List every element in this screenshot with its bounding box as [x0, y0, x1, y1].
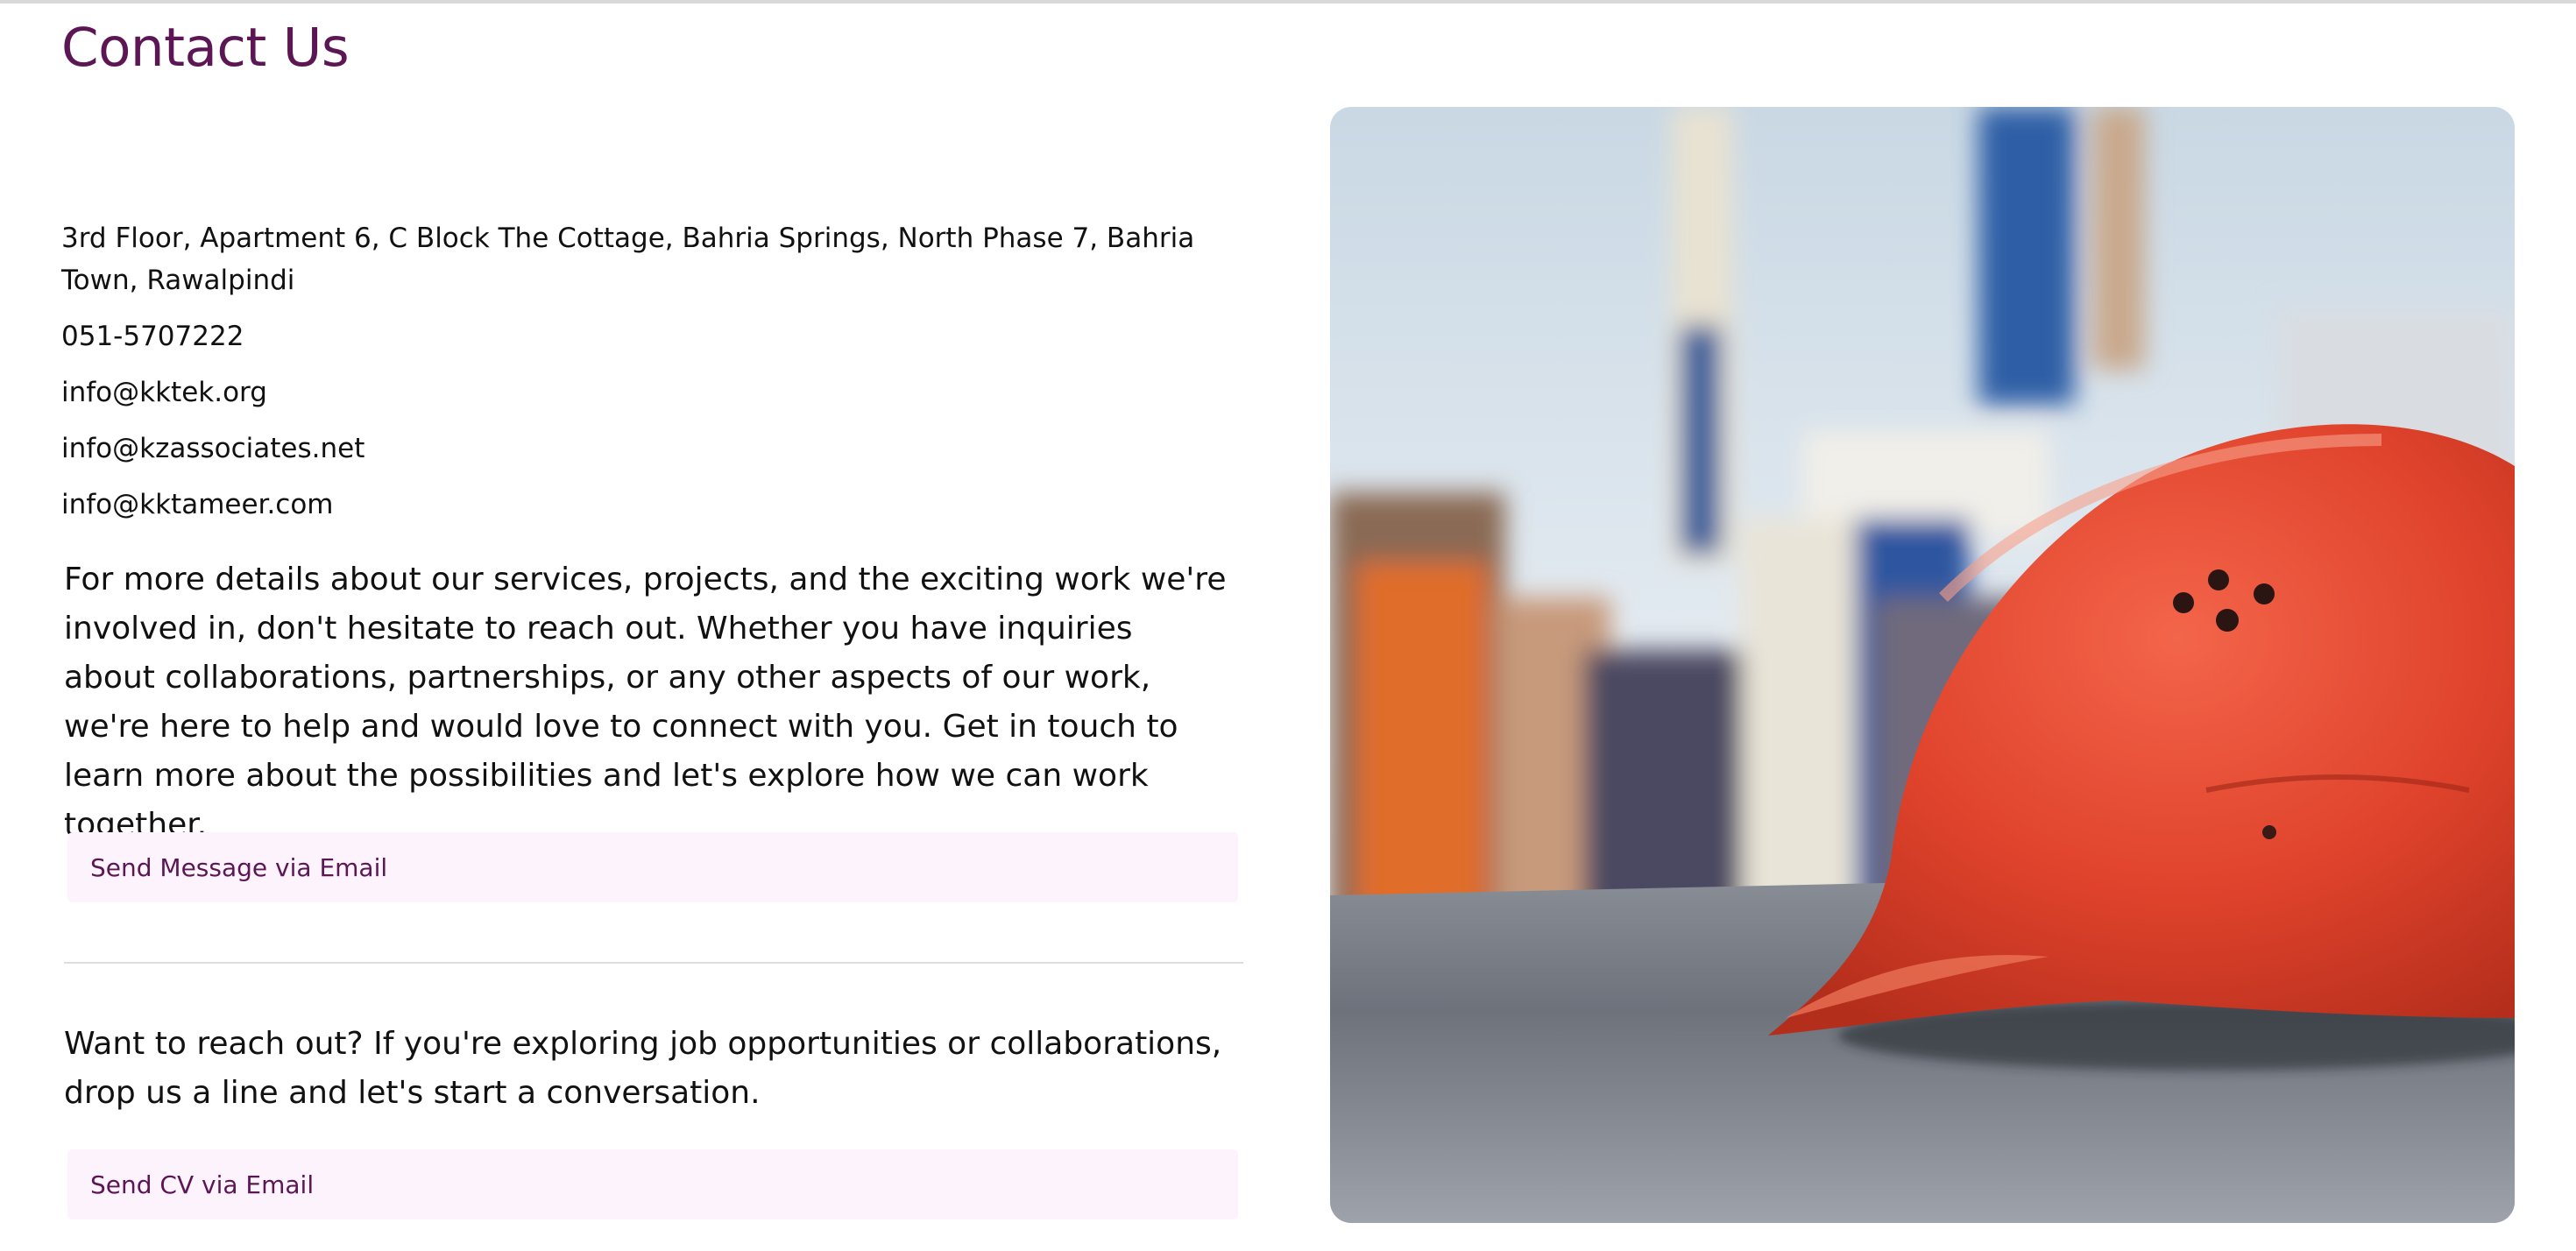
send-cv-button[interactable]: Send CV via Email — [67, 1149, 1238, 1219]
details-paragraph: For more details about our services, pro… — [64, 562, 1227, 843]
section-divider — [64, 962, 1243, 964]
page-title: Contact Us — [61, 17, 350, 79]
hard-hat-photo — [1330, 107, 2515, 1223]
address-text: 3rd Floor, Apartment 6, C Block The Cott… — [61, 223, 1195, 296]
email-link-kktek[interactable]: info@kktek.org — [61, 371, 1218, 413]
contact-info: 3rd Floor, Apartment 6, C Block The Cott… — [61, 217, 1218, 540]
phone-number[interactable]: 051-5707222 — [61, 315, 1218, 357]
top-border — [0, 0, 2576, 4]
email-link-kktameer[interactable]: info@kktameer.com — [61, 484, 1218, 526]
email-link-kzassociates[interactable]: info@kzassociates.net — [61, 428, 1218, 470]
send-message-button[interactable]: Send Message via Email — [67, 832, 1238, 902]
careers-paragraph: Want to reach out? If you're exploring j… — [64, 1026, 1222, 1111]
